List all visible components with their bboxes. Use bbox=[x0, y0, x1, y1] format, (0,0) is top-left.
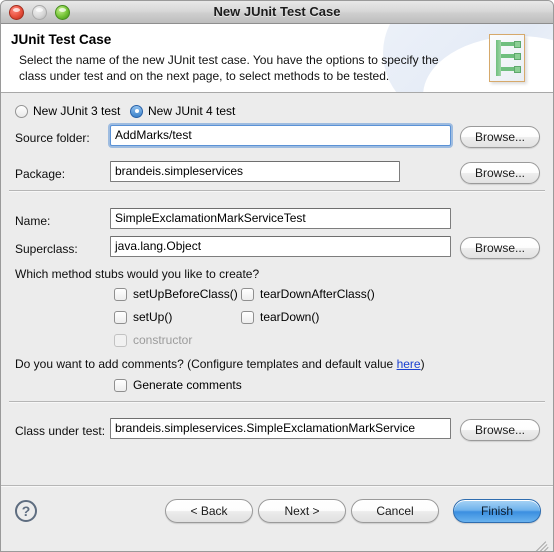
checkbox-generate-comments-label: Generate comments bbox=[133, 378, 242, 392]
radio-junit4-indicator[interactable] bbox=[130, 104, 143, 118]
help-icon[interactable]: ? bbox=[15, 500, 37, 522]
class-under-test-label: Class under test: bbox=[15, 424, 106, 438]
separator-1 bbox=[9, 190, 545, 191]
source-folder-input[interactable]: AddMarks/test bbox=[110, 125, 451, 146]
package-input[interactable]: brandeis.simpleservices bbox=[110, 161, 400, 182]
icon-arm-1 bbox=[501, 42, 514, 46]
icon-box-3 bbox=[514, 66, 521, 73]
checkbox-generate-comments-box[interactable] bbox=[114, 378, 127, 392]
page-title: JUnit Test Case bbox=[11, 32, 112, 47]
icon-arm-3 bbox=[501, 67, 514, 71]
class-under-test-browse-button[interactable]: Browse... bbox=[460, 419, 540, 441]
checkbox-constructor-label: constructor bbox=[133, 333, 193, 347]
window-titlebar: New JUnit Test Case bbox=[1, 1, 553, 24]
comments-prompt-before: Do you want to add comments? (Configure … bbox=[15, 357, 397, 371]
checkbox-teardown-label: tearDown() bbox=[260, 310, 320, 324]
superclass-input[interactable]: java.lang.Object bbox=[110, 236, 451, 257]
back-button[interactable]: < Back bbox=[165, 499, 253, 523]
method-stubs-prompt: Which method stubs would you like to cre… bbox=[15, 267, 260, 281]
resize-grip[interactable] bbox=[535, 538, 550, 551]
page-description: Select the name of the new JUnit test ca… bbox=[19, 53, 439, 83]
checkbox-setup-box[interactable] bbox=[114, 310, 127, 324]
icon-arm-2 bbox=[501, 54, 514, 58]
dialog-body: New JUnit 3 test New JUnit 4 test Source… bbox=[1, 93, 553, 485]
icon-box-2 bbox=[514, 53, 521, 60]
checkbox-setupbeforeclass-box[interactable] bbox=[114, 287, 127, 301]
checkbox-teardown-box[interactable] bbox=[241, 310, 254, 324]
checkbox-setupbeforeclass-label: setUpBeforeClass() bbox=[133, 287, 238, 301]
new-junit-test-case-dialog: New JUnit Test Case JUnit Test Case Sele… bbox=[0, 0, 554, 552]
junit-wizard-banner-icon bbox=[489, 34, 525, 82]
source-folder-label: Source folder: bbox=[15, 131, 90, 145]
checkbox-teardownafterclass[interactable]: tearDownAfterClass() bbox=[241, 287, 375, 301]
package-label: Package: bbox=[15, 167, 66, 181]
cancel-button[interactable]: Cancel bbox=[351, 499, 439, 523]
checkbox-constructor-box bbox=[114, 333, 127, 347]
checkbox-generate-comments[interactable]: Generate comments bbox=[114, 378, 242, 392]
radio-junit3-label: New JUnit 3 test bbox=[33, 104, 121, 118]
source-folder-browse-button[interactable]: Browse... bbox=[460, 126, 540, 148]
class-under-test-input[interactable]: brandeis.simpleservices.SimpleExclamatio… bbox=[110, 418, 451, 439]
checkbox-setup[interactable]: setUp() bbox=[114, 310, 172, 324]
checkbox-teardownafterclass-box[interactable] bbox=[241, 287, 254, 301]
next-button[interactable]: Next > bbox=[258, 499, 346, 523]
superclass-browse-button[interactable]: Browse... bbox=[460, 237, 540, 259]
superclass-label: Superclass: bbox=[15, 242, 78, 256]
window-title: New JUnit Test Case bbox=[213, 4, 341, 19]
radio-junit3-indicator[interactable] bbox=[15, 104, 28, 118]
checkbox-constructor: constructor bbox=[114, 333, 192, 347]
radio-junit4[interactable]: New JUnit 4 test bbox=[130, 104, 235, 118]
finish-button[interactable]: Finish bbox=[453, 499, 541, 523]
configure-templates-link[interactable]: here bbox=[397, 357, 421, 371]
comments-prompt-after: ) bbox=[420, 357, 425, 371]
checkbox-teardownafterclass-label: tearDownAfterClass() bbox=[260, 287, 375, 301]
checkbox-setup-label: setUp() bbox=[133, 310, 173, 324]
name-label: Name: bbox=[15, 214, 51, 228]
checkbox-setupbeforeclass[interactable]: setUpBeforeClass() bbox=[114, 287, 238, 301]
wizard-header: JUnit Test Case Select the name of the n… bbox=[1, 24, 553, 93]
radio-junit4-label: New JUnit 4 test bbox=[148, 104, 236, 118]
checkbox-teardown[interactable]: tearDown() bbox=[241, 310, 319, 324]
separator-2 bbox=[9, 401, 545, 402]
name-input[interactable]: SimpleExclamationMarkServiceTest bbox=[110, 208, 451, 229]
radio-junit3[interactable]: New JUnit 3 test bbox=[15, 104, 120, 118]
comments-prompt: Do you want to add comments? (Configure … bbox=[15, 357, 425, 371]
package-browse-button[interactable]: Browse... bbox=[460, 162, 540, 184]
dialog-footer: ? < Back Next > Cancel Finish bbox=[1, 485, 553, 551]
icon-box-1 bbox=[514, 41, 521, 48]
